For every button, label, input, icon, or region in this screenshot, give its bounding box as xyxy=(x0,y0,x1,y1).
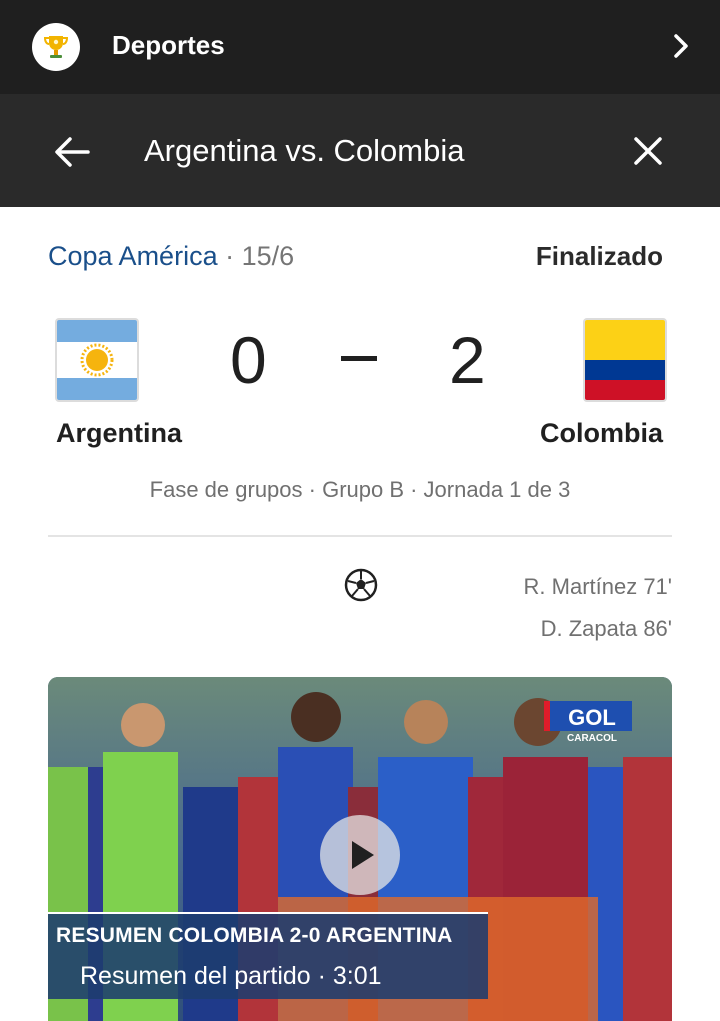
video-caption: RESUMEN COLOMBIA 2-0 ARGENTINA Resumen d… xyxy=(48,912,488,999)
caracol-text: CARACOL xyxy=(567,733,617,744)
away-team-name[interactable]: Colombia xyxy=(540,418,663,449)
home-score: 0 xyxy=(230,323,267,397)
match-date: 15/6 xyxy=(241,241,295,271)
play-button[interactable] xyxy=(320,815,400,895)
meta-separator: · xyxy=(225,241,235,271)
score-dash xyxy=(341,356,377,361)
play-icon xyxy=(352,841,374,869)
video-highlight-card[interactable]: GOL CARACOL RESUMEN COLOMBIA 2-0 ARGENTI… xyxy=(48,677,672,1021)
back-arrow-icon[interactable] xyxy=(52,134,92,170)
soccer-ball-icon xyxy=(344,568,378,602)
colombia-flag-icon xyxy=(583,318,667,402)
video-title: RESUMEN COLOMBIA 2-0 ARGENTINA xyxy=(56,924,453,947)
away-scorer: D. Zapata 86' xyxy=(540,616,672,641)
match-stage: Fase de grupos · Grupo B · Jornada 1 de … xyxy=(149,477,571,502)
section-title: Deportes xyxy=(112,30,225,60)
close-icon[interactable] xyxy=(628,131,668,171)
away-score: 2 xyxy=(449,323,486,397)
match-meta: Copa América · 15/6 Finalizado xyxy=(48,241,672,277)
video-subtitle: Resumen del partido · 3:01 xyxy=(80,962,382,990)
away-scorer: R. Martínez 71' xyxy=(523,574,672,599)
competition-link[interactable]: Copa América xyxy=(48,241,218,271)
search-query[interactable]: Argentina vs. Colombia xyxy=(144,131,465,171)
sports-header[interactable]: Deportes xyxy=(0,0,720,94)
gol-text: GOL xyxy=(568,705,616,730)
broadcaster-logo: GOL CARACOL xyxy=(544,701,634,745)
match-status: Finalizado xyxy=(535,241,663,271)
home-team-name[interactable]: Argentina xyxy=(56,418,182,449)
divider xyxy=(48,535,672,537)
chevron-right-icon[interactable] xyxy=(666,31,696,61)
argentina-flag-icon xyxy=(55,318,139,402)
trophy-icon xyxy=(32,23,80,71)
